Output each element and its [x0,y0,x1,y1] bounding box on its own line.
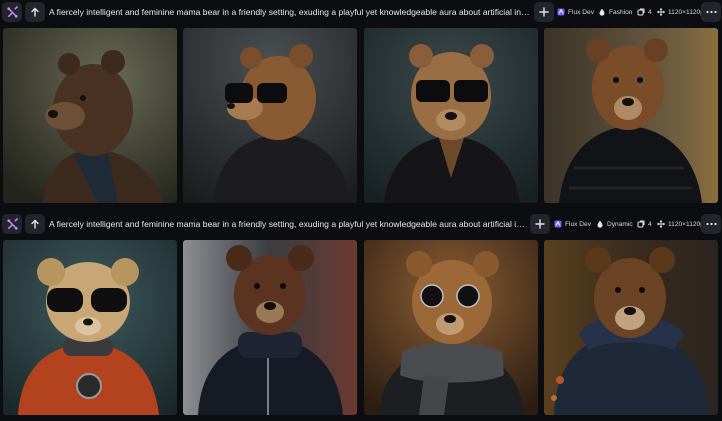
flux-icon [557,8,565,16]
prompt-text[interactable]: A fiercely intelligent and feminine mama… [49,6,531,18]
image-grid-2 [0,240,722,415]
model-badge: Flux Dev [554,218,591,230]
resize-arrows-icon [657,8,665,16]
model-label: Flux Dev [565,220,592,228]
count-badge: 4 [637,218,652,230]
model-badge: Flux Dev [557,6,594,18]
style-drop-icon [597,220,603,228]
arrow-up-icon [31,219,39,229]
style-label: Fashion [609,8,633,16]
flow-icon [6,217,18,230]
style-badge: Fashion [598,6,632,18]
arrow-up-icon [31,7,39,17]
size-badge: 1120×1120px [657,218,707,230]
generated-image[interactable] [183,28,357,203]
style-badge: Dynamic [596,218,633,230]
count-label: 4 [648,8,652,16]
style-label: Dynamic [607,220,633,228]
add-button[interactable] [534,2,554,22]
more-button[interactable] [701,2,721,22]
size-badge: 1120×1120px [657,6,707,18]
generated-image[interactable] [544,28,718,203]
add-button[interactable] [530,214,550,234]
upscale-button[interactable] [25,2,45,22]
generated-image[interactable] [364,28,538,203]
generated-image[interactable] [3,240,177,415]
more-button[interactable] [701,214,721,234]
style-drop-icon [599,8,605,16]
flow-icon [6,5,18,18]
resize-arrows-icon [657,220,665,228]
images-stack-icon [637,220,645,228]
model-label: Flux Dev [568,8,595,16]
generation-header-2: A fiercely intelligent and feminine mama… [0,212,722,236]
plus-icon [539,7,549,17]
upscale-button[interactable] [25,214,45,234]
count-badge: 4 [637,6,652,18]
generation-header-1: A fiercely intelligent and feminine mama… [0,0,722,24]
count-label: 4 [648,220,652,228]
plus-icon [535,219,545,229]
generated-image[interactable] [544,240,718,415]
images-stack-icon [637,8,645,16]
more-dots-icon [705,10,717,14]
flow-button[interactable] [2,214,22,234]
generated-image[interactable] [183,240,357,415]
prompt-text[interactable]: A fiercely intelligent and feminine mama… [49,218,527,230]
generated-image[interactable] [364,240,538,415]
image-grid-1 [0,28,722,203]
more-dots-icon [705,222,717,226]
flux-icon [554,220,562,228]
flow-button[interactable] [2,2,22,22]
generated-image[interactable] [3,28,177,203]
